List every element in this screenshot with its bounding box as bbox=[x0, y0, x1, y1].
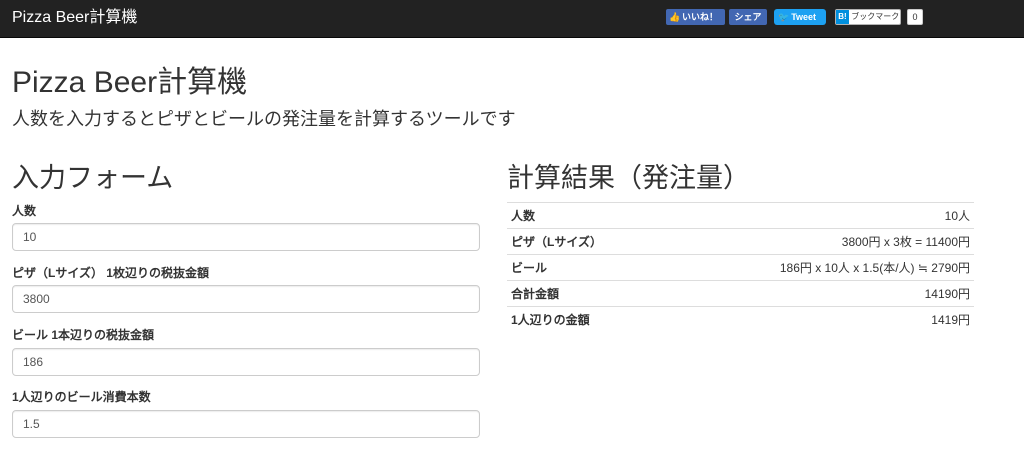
twitter-bird-icon: 🐦 bbox=[778, 12, 790, 22]
pizza-price-input[interactable] bbox=[12, 285, 480, 313]
facebook-like-label: いいね！ bbox=[682, 12, 719, 22]
table-row: ピザ（Lサイズ） 3800円 x 3枚 = 11400円 bbox=[507, 228, 974, 255]
result-label-total: 合計金額 bbox=[507, 280, 663, 307]
result-label-people: 人数 bbox=[507, 202, 663, 229]
page-subtitle: 人数を入力するとピザとビールの発注量を計算するツールです bbox=[12, 109, 516, 129]
tweet-button[interactable]: 🐦 Tweet bbox=[774, 9, 826, 25]
result-value-beer: 186円 x 10人 x 1.5(本/人) ≒ 2790円 bbox=[662, 254, 974, 281]
page-title: Pizza Beer計算機 bbox=[12, 66, 248, 99]
facebook-like-button[interactable]: 👍 いいね！ bbox=[666, 9, 725, 25]
table-row: ビール 186円 x 10人 x 1.5(本/人) ≒ 2790円 bbox=[507, 254, 974, 281]
result-label-beer: ビール bbox=[507, 254, 663, 281]
thumbs-up-icon: 👍 bbox=[669, 12, 681, 22]
result-value-total: 14190円 bbox=[662, 280, 974, 307]
beer-price-label: ビール 1本辺りの税抜金額 bbox=[12, 328, 155, 342]
beer-price-input[interactable] bbox=[12, 348, 480, 376]
result-table: 人数 10人 ピザ（Lサイズ） 3800円 x 3枚 = 11400円 ビール … bbox=[507, 202, 974, 333]
result-value-people: 10人 bbox=[662, 202, 974, 229]
people-count-input[interactable] bbox=[12, 223, 480, 251]
result-label-pizza: ピザ（Lサイズ） bbox=[507, 228, 663, 255]
people-count-label: 人数 bbox=[12, 204, 37, 218]
result-label-per-person: 1人辺りの金額 bbox=[507, 306, 663, 333]
hatena-logo-icon: B! bbox=[836, 10, 849, 24]
result-value-per-person: 1419円 bbox=[662, 306, 974, 333]
result-value-pizza: 3800円 x 3枚 = 11400円 bbox=[662, 228, 974, 255]
table-row: 合計金額 14190円 bbox=[507, 280, 974, 307]
beer-per-person-label: 1人辺りのビール消費本数 bbox=[12, 390, 151, 404]
hatena-bookmark-label: ブックマーク bbox=[851, 12, 900, 21]
beer-per-person-input[interactable] bbox=[12, 410, 480, 438]
input-form-title: 入力フォーム bbox=[12, 163, 174, 193]
hatena-bookmark-button[interactable]: B! ブックマーク bbox=[835, 9, 901, 25]
table-row: 人数 10人 bbox=[507, 202, 974, 229]
navbar-brand[interactable]: Pizza Beer計算機 bbox=[12, 8, 137, 28]
tweet-label: Tweet bbox=[791, 12, 817, 22]
navbar: Pizza Beer計算機 👍 いいね！ シェア 🐦 Tweet B! ブックマーク… bbox=[0, 0, 1024, 38]
pizza-price-label: ピザ（Lサイズ） 1枚辺りの税抜金額 bbox=[12, 266, 209, 280]
table-row: 1人辺りの金額 1419円 bbox=[507, 306, 974, 333]
hatena-bookmark-count: 0 bbox=[907, 9, 923, 25]
facebook-share-button[interactable]: シェア bbox=[729, 9, 767, 25]
result-title: 計算結果（発注量） bbox=[507, 163, 750, 193]
